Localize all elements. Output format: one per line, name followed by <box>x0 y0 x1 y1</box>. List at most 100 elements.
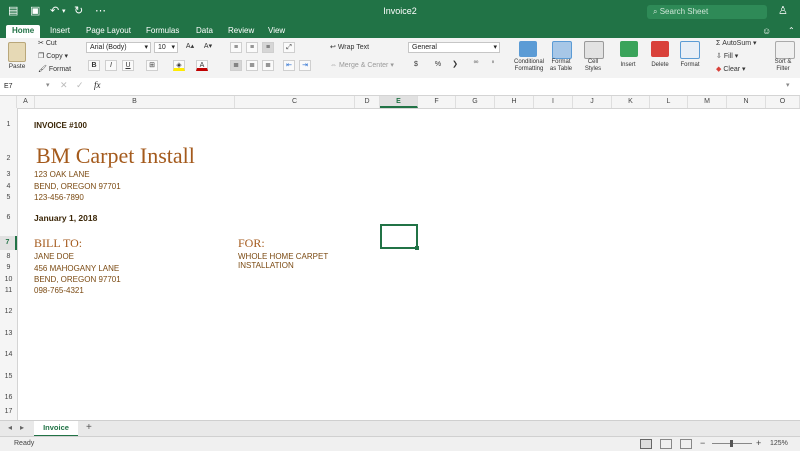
name-box-chevron-icon[interactable]: ▾ <box>46 81 50 89</box>
increase-decimal-icon[interactable]: ⁰⁰ <box>470 60 482 71</box>
bold-button[interactable]: B <box>88 60 100 71</box>
wrap-text-button[interactable]: ↩ Wrap Text <box>330 42 369 54</box>
format-as-table-button[interactable]: Format as Table <box>545 59 577 73</box>
page-layout-view-icon[interactable] <box>660 439 672 449</box>
row-header[interactable]: 13 <box>0 330 17 337</box>
for-label-cell[interactable]: FOR: <box>238 236 265 251</box>
tab-data[interactable]: Data <box>190 25 219 38</box>
share-icon[interactable]: ♙ <box>778 5 788 18</box>
font-size-select[interactable]: 10 ▾ <box>154 42 178 53</box>
column-header[interactable]: O <box>766 96 800 108</box>
tab-page-layout[interactable]: Page Layout <box>80 25 137 38</box>
column-header[interactable]: A <box>17 96 35 108</box>
scroll-right-icon[interactable]: ▸ <box>20 423 24 432</box>
sort-filter-icon[interactable] <box>775 41 795 59</box>
address-line1-cell[interactable]: 123 OAK LANE <box>34 170 90 179</box>
column-header-selected[interactable]: E <box>380 96 418 108</box>
number-format-select[interactable]: General ▾ <box>408 42 500 53</box>
align-top-icon[interactable]: ≡ <box>230 42 242 53</box>
company-name-cell[interactable]: BM Carpet Install <box>36 143 195 169</box>
clear-button[interactable]: ◆ Clear ▾ <box>716 64 746 76</box>
for-line2-cell[interactable]: INSTALLATION <box>238 261 294 270</box>
increase-font-icon[interactable]: A▴ <box>184 42 196 53</box>
for-line1-cell[interactable]: WHOLE HOME CARPET <box>238 252 328 261</box>
tab-home[interactable]: Home <box>6 25 41 38</box>
cell-styles-button[interactable]: Cell Styles <box>578 59 608 73</box>
row-header[interactable]: 8 <box>0 253 17 260</box>
add-sheet-icon[interactable]: + <box>86 422 92 433</box>
select-all-corner[interactable] <box>0 96 17 108</box>
font-name-select[interactable]: Arial (Body) ▾ <box>86 42 151 53</box>
column-header[interactable]: G <box>456 96 495 108</box>
orientation-icon[interactable]: ⤢ <box>283 42 295 53</box>
row-header[interactable]: 3 <box>0 171 17 178</box>
column-header[interactable]: M <box>688 96 727 108</box>
selected-cell-e7[interactable] <box>380 224 419 250</box>
column-header[interactable]: I <box>534 96 573 108</box>
paste-button[interactable]: Paste <box>6 63 28 70</box>
italic-button[interactable]: I <box>105 60 117 71</box>
decrease-indent-icon[interactable]: ⇤ <box>283 60 295 71</box>
scroll-left-icon[interactable]: ◂ <box>8 423 12 432</box>
fill-button[interactable]: ⇩ Fill ▾ <box>716 51 738 63</box>
row-header[interactable]: 10 <box>0 276 17 283</box>
comma-style-button[interactable]: ❯ <box>449 60 461 71</box>
row-header[interactable]: 1 <box>0 121 17 128</box>
column-header[interactable]: N <box>727 96 766 108</box>
row-header[interactable]: 15 <box>0 373 17 380</box>
row-header[interactable]: 4 <box>0 183 17 190</box>
tab-review[interactable]: Review <box>222 25 260 38</box>
currency-button[interactable]: $ <box>410 60 422 71</box>
address-line2-cell[interactable]: BEND, OREGON 97701 <box>34 182 121 191</box>
align-left-icon[interactable]: ≣ <box>230 60 242 71</box>
column-header[interactable]: L <box>650 96 688 108</box>
row-header[interactable]: 17 <box>0 408 17 415</box>
bill-phone-cell[interactable]: 098-765-4321 <box>34 286 84 295</box>
align-middle-icon[interactable]: ≡ <box>246 42 258 53</box>
row-header[interactable]: 12 <box>0 308 17 315</box>
percent-button[interactable]: % <box>432 60 444 71</box>
normal-view-icon[interactable] <box>640 439 652 449</box>
fill-color-icon[interactable]: ◈ <box>173 60 185 71</box>
column-header[interactable]: H <box>495 96 534 108</box>
row-header[interactable]: 9 <box>0 264 17 271</box>
search-input[interactable]: ⌕ Search Sheet <box>647 5 767 19</box>
phone-cell[interactable]: 123-456-7890 <box>34 193 84 202</box>
bill-address1-cell[interactable]: 456 MAHOGANY LANE <box>34 264 119 273</box>
delete-cells-icon[interactable] <box>651 41 669 57</box>
tab-insert[interactable]: Insert <box>44 25 76 38</box>
column-header[interactable]: B <box>35 96 235 108</box>
expand-formula-icon[interactable]: ▾ <box>786 81 790 89</box>
cell-styles-icon[interactable] <box>584 41 604 59</box>
conditional-formatting-button[interactable]: Conditional Formatting <box>508 59 550 73</box>
column-header[interactable]: J <box>573 96 612 108</box>
align-bottom-icon[interactable]: ≡ <box>262 42 274 53</box>
format-cells-icon[interactable] <box>680 41 700 59</box>
align-center-icon[interactable]: ≣ <box>246 60 258 71</box>
enter-icon[interactable]: ✓ <box>76 80 84 91</box>
paste-icon[interactable] <box>8 42 26 62</box>
page-break-view-icon[interactable] <box>680 439 692 449</box>
row-header[interactable]: 14 <box>0 351 17 358</box>
row-header[interactable]: 2 <box>0 155 17 162</box>
row-header[interactable]: 6 <box>0 214 17 221</box>
tab-view[interactable]: View <box>262 25 291 38</box>
formula-input[interactable] <box>110 80 780 93</box>
insert-button[interactable]: Insert <box>612 62 644 68</box>
function-icon[interactable]: fx <box>94 80 101 90</box>
sheet-tab-invoice[interactable]: Invoice <box>34 421 78 437</box>
smiley-feedback-icon[interactable]: ☺ <box>756 25 777 38</box>
row-header[interactable]: 5 <box>0 194 17 201</box>
insert-cells-icon[interactable] <box>620 41 638 57</box>
format-as-table-icon[interactable] <box>552 41 572 59</box>
column-header[interactable]: D <box>355 96 380 108</box>
autosum-button[interactable]: Σ AutoSum ▾ <box>716 38 757 50</box>
column-header[interactable]: F <box>418 96 456 108</box>
zoom-slider-thumb[interactable] <box>730 440 733 447</box>
delete-button[interactable]: Delete <box>644 62 676 68</box>
row-header[interactable]: 16 <box>0 394 17 401</box>
row-header[interactable]: 11 <box>0 287 17 294</box>
decrease-font-icon[interactable]: A▾ <box>202 42 214 53</box>
bill-address2-cell[interactable]: BEND, OREGON 97701 <box>34 275 121 284</box>
invoice-number-cell[interactable]: INVOICE #100 <box>34 121 87 130</box>
